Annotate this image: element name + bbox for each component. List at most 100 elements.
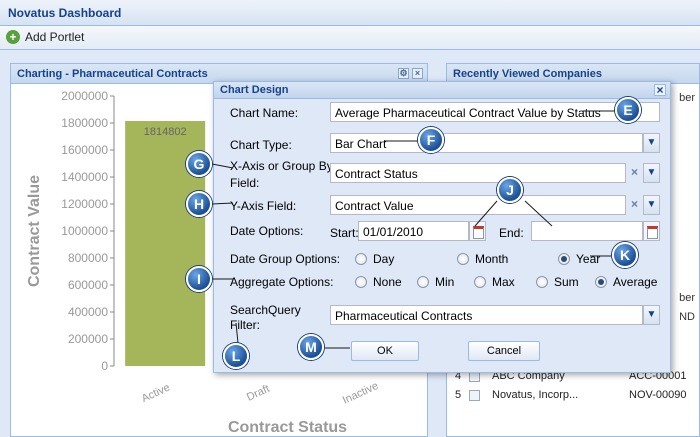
recent-column-header: ber — [679, 92, 695, 104]
radio-icon — [457, 253, 469, 265]
ok-button[interactable]: OK — [351, 341, 419, 361]
radio-icon — [474, 276, 486, 288]
aggregate-radio-none[interactable]: None — [355, 275, 402, 289]
add-icon: + — [6, 30, 20, 44]
x-tick-label: Draft — [245, 383, 272, 404]
yaxis-label: Y-Axis Field: — [230, 199, 297, 213]
radio-checked-icon — [595, 276, 607, 288]
radio-label: Min — [435, 275, 455, 289]
calendar-icon[interactable] — [643, 221, 660, 241]
y-tick-label: 800000 — [68, 251, 108, 265]
row-number: 5 — [455, 389, 462, 401]
recent-side-fragment: ber — [679, 292, 695, 304]
dialog-title: Chart Design — [220, 84, 289, 96]
y-tick-label: 2000000 — [61, 89, 108, 103]
company-name[interactable]: Novatus, Incorp... — [492, 389, 629, 401]
radio-label: Day — [373, 252, 395, 266]
callout-i: I — [186, 266, 212, 292]
close-icon[interactable]: × — [412, 68, 423, 79]
bar-data-label: 1814802 — [144, 126, 187, 138]
y-tick-label: 200000 — [68, 332, 108, 346]
aggregate-label: Aggregate Options: — [230, 275, 334, 289]
table-row[interactable]: 5 Novatus, Incorp... NOV-00090 — [455, 389, 686, 401]
aggregate-radio-max[interactable]: Max — [474, 275, 515, 289]
radio-icon — [355, 276, 367, 288]
aggregate-radio-min[interactable]: Min — [417, 275, 454, 289]
callout-j: J — [497, 177, 523, 203]
y-tick-label: 1000000 — [61, 224, 108, 238]
x-tick-label: Active — [140, 382, 172, 406]
recent-side-fragment: ND — [679, 311, 695, 323]
y-tick-label: 600000 — [68, 278, 108, 292]
dialog-header: Chart Design × — [214, 82, 670, 99]
chart-design-dialog: Chart Design × Chart Name: Average Pharm… — [213, 81, 671, 373]
radio-icon — [417, 276, 429, 288]
yaxis-select[interactable]: Contract Value — [330, 195, 626, 215]
end-date-input[interactable] — [531, 221, 643, 241]
app-toolbar: + Add Portlet — [0, 26, 700, 50]
callout-k: K — [612, 242, 638, 268]
date-group-radio-day[interactable]: Day — [355, 252, 394, 266]
date-group-radio-year[interactable]: Year — [558, 252, 600, 266]
gear-icon[interactable]: ⚙ — [398, 68, 409, 79]
date-group-label: Date Group Options: — [230, 252, 341, 266]
radio-label: Average — [613, 275, 658, 289]
chart-type-label: Chart Type: — [230, 138, 292, 152]
callout-e: E — [615, 97, 641, 123]
y-tick-label: 400000 — [68, 305, 108, 319]
x-tick-label: Inactive — [341, 380, 380, 407]
radio-label: Max — [492, 275, 515, 289]
search-filter-select[interactable]: Pharmaceutical Contracts — [330, 305, 643, 325]
chart-name-input[interactable]: Average Pharmaceutical Contract Value by… — [330, 102, 660, 122]
calendar-icon[interactable] — [469, 221, 486, 241]
radio-icon — [536, 276, 548, 288]
y-tick-label: 1200000 — [61, 197, 108, 211]
search-filter-label-filter: Filter: — [230, 318, 260, 332]
radio-label: Month — [475, 252, 509, 266]
callout-h: H — [186, 191, 212, 217]
chart-portlet-title: Charting - Pharmaceutical Contracts — [17, 68, 208, 80]
clear-icon[interactable]: × — [628, 195, 641, 215]
radio-label: None — [373, 275, 402, 289]
x-axis-title: Contract Status — [228, 419, 347, 436]
company-code: NOV-00090 — [629, 389, 687, 401]
radio-label: Year — [576, 252, 601, 266]
add-portlet-button[interactable]: + Add Portlet — [6, 30, 84, 44]
chevron-down-icon[interactable]: ▼ — [643, 133, 660, 153]
radio-label: Sum — [554, 275, 579, 289]
app-header: Novatus Dashboard — [0, 0, 700, 26]
search-filter-label: SearchQuery — [230, 303, 301, 317]
callout-m: M — [298, 334, 324, 360]
chart-type-select[interactable]: Bar Chart — [330, 133, 643, 153]
close-icon[interactable]: × — [654, 84, 666, 96]
callout-f: F — [418, 127, 444, 153]
callout-g: G — [186, 151, 212, 177]
radio-icon — [355, 253, 367, 265]
callout-l: L — [223, 343, 249, 369]
y-tick-label: 0 — [101, 359, 108, 373]
y-tick-label: 1400000 — [61, 170, 108, 184]
chevron-down-icon[interactable]: ▼ — [643, 195, 660, 215]
y-tick-label: 1600000 — [61, 143, 108, 157]
company-icon — [469, 389, 480, 401]
end-label: End: — [499, 226, 524, 240]
chart-name-label: Chart Name: — [230, 106, 299, 120]
aggregate-radio-average[interactable]: Average — [595, 275, 657, 289]
y-tick-label: 1800000 — [61, 116, 108, 130]
date-group-radio-month[interactable]: Month — [457, 252, 508, 266]
add-portlet-label: Add Portlet — [25, 30, 85, 44]
xaxis-label-field: Field: — [230, 176, 260, 190]
aggregate-radio-sum[interactable]: Sum — [536, 275, 579, 289]
clear-icon[interactable]: × — [628, 163, 641, 183]
chevron-down-icon[interactable]: ▼ — [643, 163, 660, 183]
start-label: Start: — [330, 226, 359, 240]
xaxis-label: X-Axis or Group By — [230, 159, 333, 173]
xaxis-select[interactable]: Contract Status — [330, 163, 626, 183]
y-axis-title: Contract Value — [26, 175, 43, 287]
date-options-label: Date Options: — [230, 224, 304, 238]
cancel-button[interactable]: Cancel — [468, 341, 540, 361]
recent-portlet-title: Recently Viewed Companies — [453, 68, 602, 80]
chevron-down-icon[interactable]: ▼ — [643, 305, 660, 325]
start-date-input[interactable]: 01/01/2010 — [358, 221, 469, 241]
app-title: Novatus Dashboard — [8, 6, 122, 20]
